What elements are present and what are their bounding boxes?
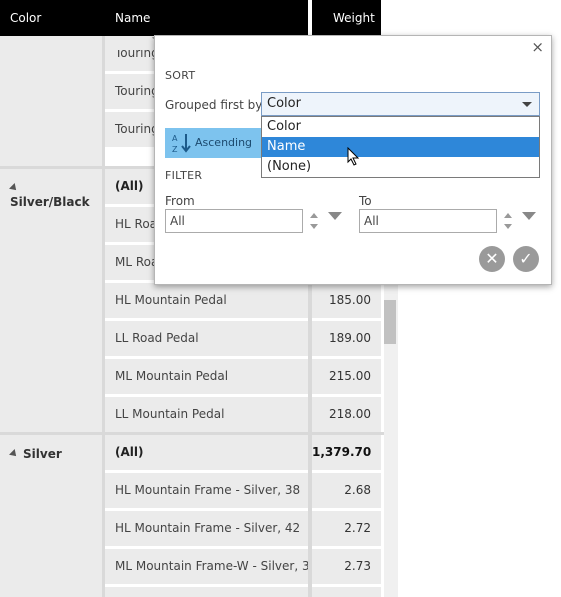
weight-cell: 2.73: [312, 549, 381, 584]
grouped-by-dropdown: Color Name (None): [261, 116, 540, 178]
close-icon[interactable]: ×: [531, 38, 544, 56]
sort-ascending-icon: A Z: [172, 134, 191, 154]
group-label: Silver: [23, 447, 62, 461]
weight-cell: 218.00: [312, 397, 381, 432]
weight-cell: 215.00: [312, 359, 381, 394]
weight-cell: 2.68: [312, 473, 381, 508]
weight-cell: 2.72: [312, 511, 381, 546]
table-row[interactable]: [105, 587, 308, 597]
weight-cell: 1,379.70: [312, 435, 381, 470]
chevron-down-icon: [522, 102, 532, 107]
table-row[interactable]: ML Mountain Pedal: [105, 359, 308, 394]
group-label: Silver/Black: [10, 195, 90, 209]
from-stepper[interactable]: [307, 210, 321, 234]
stepper-down-icon[interactable]: [310, 224, 318, 229]
from-dropdown-icon[interactable]: [328, 212, 342, 220]
table-row[interactable]: (All): [105, 435, 308, 470]
weight-cell: 189.00: [312, 321, 381, 356]
option-color[interactable]: Color: [262, 117, 539, 137]
group-cell-silver[interactable]: Silver: [0, 435, 102, 597]
table-row[interactable]: HL Mountain Frame - Silver, 42: [105, 511, 308, 546]
to-dropdown-icon[interactable]: [522, 212, 536, 220]
filter-section-title: FILTER: [165, 169, 203, 182]
ascending-label: Ascending: [195, 136, 253, 149]
weight-cell: 185.00: [312, 283, 381, 318]
from-field[interactable]: All: [165, 209, 303, 233]
to-field[interactable]: All: [359, 209, 497, 233]
collapse-triangle-icon[interactable]: [9, 183, 19, 193]
stepper-down-icon[interactable]: [504, 224, 512, 229]
option-none[interactable]: (None): [262, 157, 539, 177]
from-label: From: [165, 194, 195, 208]
svg-text:Z: Z: [172, 145, 178, 154]
to-label: To: [359, 194, 372, 208]
table-row[interactable]: HL Mountain Frame - Silver, 38: [105, 473, 308, 508]
table-row[interactable]: ML Mountain Frame-W - Silver, 38: [105, 549, 308, 584]
group-cell-previous: [0, 36, 102, 166]
select-value: Color: [267, 96, 301, 111]
stepper-up-icon[interactable]: [504, 213, 512, 218]
weight-cell: [312, 587, 381, 597]
scrollbar-thumb[interactable]: [384, 300, 396, 344]
grouped-by-select[interactable]: Color: [261, 92, 540, 116]
grouped-first-by-label: Grouped first by: [165, 98, 263, 112]
table-row[interactable]: LL Road Pedal: [105, 321, 308, 356]
stepper-up-icon[interactable]: [310, 213, 318, 218]
option-name[interactable]: Name: [262, 137, 539, 157]
apply-button[interactable]: ✓: [513, 246, 539, 272]
header-name[interactable]: Name: [115, 0, 150, 36]
header-weight: Weight: [333, 11, 375, 25]
group-cell-silver-black[interactable]: Silver/Black: [0, 169, 102, 432]
sort-section-title: SORT: [165, 69, 196, 82]
ascending-button[interactable]: A Z Ascending: [165, 128, 265, 158]
header-weight-cell[interactable]: Weight: [312, 0, 381, 36]
grid-header: Color Name: [0, 0, 308, 36]
table-row[interactable]: HL Mountain Pedal: [105, 283, 308, 318]
header-color[interactable]: Color: [10, 0, 41, 36]
mouse-cursor-icon: [347, 147, 360, 166]
collapse-triangle-icon[interactable]: [9, 449, 19, 459]
svg-text:A: A: [172, 134, 178, 143]
table-row[interactable]: LL Mountain Pedal: [105, 397, 308, 432]
to-stepper[interactable]: [501, 210, 515, 234]
column-divider: [102, 36, 105, 597]
cancel-button[interactable]: ✕: [479, 246, 505, 272]
